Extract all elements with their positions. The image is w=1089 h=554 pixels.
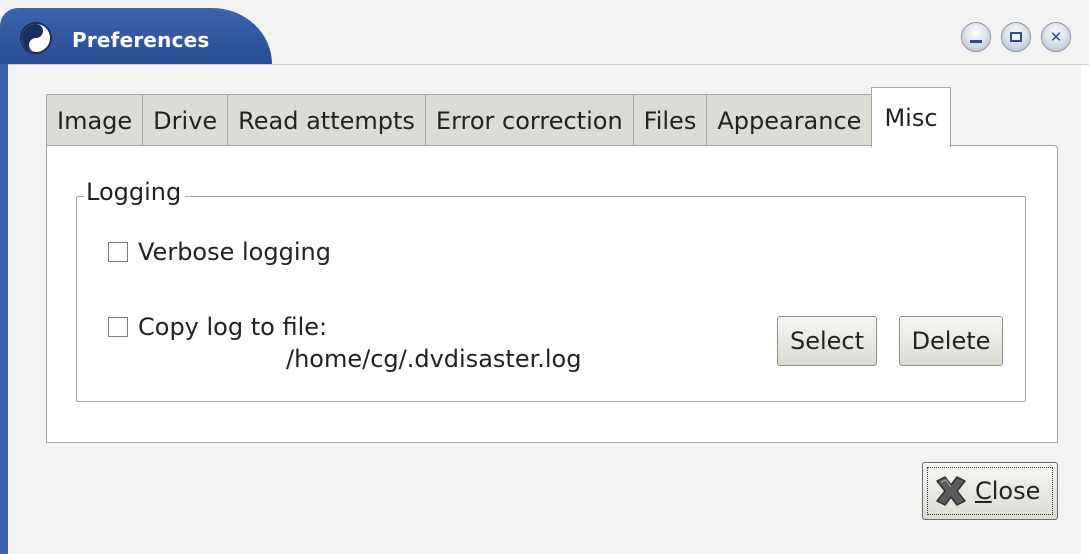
tab-misc[interactable]: Misc [871, 87, 951, 147]
copy-log-checkbox[interactable] [108, 317, 128, 337]
tab-files[interactable]: Files [632, 94, 708, 146]
tab-appearance[interactable]: Appearance [706, 94, 873, 146]
yin-yang-app-icon[interactable] [20, 22, 52, 54]
maximize-button[interactable] [1001, 22, 1031, 52]
tab-read-attempts[interactable]: Read attempts [227, 94, 426, 146]
window-controls: ✕ [961, 22, 1071, 52]
close-button[interactable]: Close [922, 462, 1058, 520]
tab-image[interactable]: Image [46, 94, 144, 146]
verbose-logging-label[interactable]: Verbose logging [138, 238, 331, 266]
title-tab: Preferences [0, 8, 272, 64]
delete-button[interactable]: Delete [899, 316, 1003, 366]
close-button-label: Close [975, 477, 1041, 505]
copy-log-label[interactable]: Copy log to file: [138, 313, 327, 341]
verbose-logging-checkbox[interactable] [108, 242, 128, 262]
tab-error-correction[interactable]: Error correction [424, 94, 634, 146]
minimize-button[interactable] [961, 22, 991, 52]
select-button[interactable]: Select [777, 316, 877, 366]
notebook-tabs: Image Drive Read attempts Error correcti… [46, 87, 951, 147]
maximize-icon [1010, 32, 1022, 42]
minimize-icon [970, 39, 982, 43]
close-x-icon: ✕ [1049, 28, 1063, 46]
close-window-button[interactable]: ✕ [1041, 22, 1071, 52]
window-title: Preferences [72, 28, 210, 52]
verbose-logging-row[interactable]: Verbose logging [108, 238, 331, 266]
window-left-edge [0, 64, 8, 554]
title-bar[interactable]: Preferences ✕ [0, 0, 1089, 65]
log-file-path: /home/cg/.dvdisaster.log [286, 345, 582, 373]
tab-drive[interactable]: Drive [142, 94, 229, 146]
logging-frame-label: Logging [84, 178, 186, 206]
preferences-window: Preferences ✕ Image Drive Read attempts … [0, 0, 1089, 554]
copy-log-row[interactable]: Copy log to file: [108, 313, 327, 341]
close-x-icon [936, 476, 966, 506]
